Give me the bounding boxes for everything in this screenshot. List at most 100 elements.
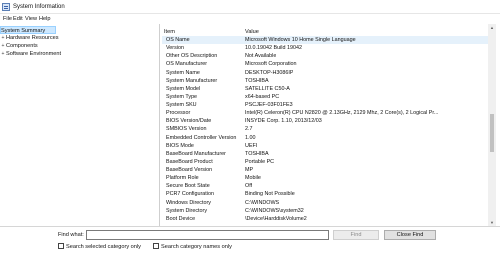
table-row[interactable]: Secure Boot State Off [162,182,488,190]
row-value: Portable PC [245,158,275,165]
table-row[interactable]: System Model SATELLITE C50-A [162,85,488,93]
search-selected-label: Search selected category only [66,244,141,250]
search-names-label: Search category names only [161,244,232,250]
table-row[interactable]: BaseBoard Manufacturer TOSHIBA [162,150,488,158]
row-item: System SKU [166,102,197,108]
row-value: \Device\HarddiskVolume2 [245,215,307,222]
row-value: MP [245,167,254,173]
table-row[interactable]: BIOS Mode UEFI [162,142,488,150]
row-item: System Model [166,85,201,92]
row-item: SMBIOS Version [166,126,207,133]
row-value: TOSHIBA [245,150,269,157]
row-value: Microsoft Corporation [245,61,297,68]
row-item: Windows Directory [166,199,211,206]
search-names-checkbox[interactable] [153,243,159,249]
close-find-button[interactable]: Close Find [384,230,436,240]
table-row[interactable]: System SKU PSCJEF-03F01FE3 [162,101,488,109]
table-row[interactable]: System Manufacturer TOSHIBA [162,77,488,85]
row-value: C:\WINDOWS\system32 [245,207,304,214]
row-value: TOSHIBA [245,77,269,84]
row-item: Other OS Description [166,53,218,60]
row-item: System Manufacturer [166,77,218,84]
tree-item-components[interactable]: + Components [0,42,38,50]
row-value: INSYDE Corp. 1.10, 2013/12/03 [245,118,322,125]
row-item: BaseBoard Product [166,158,213,165]
table-row[interactable]: BaseBoard Product Portable PC [162,158,488,166]
table-row[interactable]: Other OS Description Not Available [162,52,488,60]
find-bar: Find what: Find Close Find Search select… [0,226,500,255]
table-row[interactable]: System Name DESKTOP-H3086IP [162,69,488,77]
menu-edit[interactable]: Edit [13,15,23,23]
grid-rows: OS Name Microsoft Windows 10 Home Single … [162,36,488,223]
row-item: BaseBoard Manufacturer [166,150,226,157]
menu-bar: File Edit View Help [0,14,500,24]
row-value: SATELLITE C50-A [245,85,290,92]
row-value: 10.0.19042 Build 19042 [245,45,302,52]
row-item: OS Name [166,37,190,43]
row-value: x64-based PC [245,93,280,100]
table-row[interactable]: BaseBoard Version MP [162,166,488,174]
row-item: Boot Device [166,215,196,222]
row-value: Microsoft Windows 10 Home Single Languag… [245,37,356,43]
vertical-scrollbar[interactable]: ▲ ▼ [488,24,496,226]
table-row[interactable]: BIOS Version/Date INSYDE Corp. 1.10, 2013… [162,117,488,125]
tree-item-label: Hardware Resources [6,35,59,41]
row-value: 1.00 [245,134,256,141]
search-names-option[interactable]: Search category names only [153,243,232,251]
tree-item-software-environment[interactable]: + Software Environment [0,50,62,58]
system-information-icon [2,3,10,11]
row-value: Mobile [245,175,261,182]
category-tree: System Summary + Hardware Resources + Comp… [0,24,160,226]
row-item: Secure Boot State [166,183,210,190]
table-row[interactable]: OS Name Microsoft Windows 10 Home Single … [162,36,488,45]
title-bar: System Information [0,0,500,14]
search-selected-checkbox[interactable] [58,243,64,249]
grid-header: Item Value [162,28,488,36]
column-header-value[interactable]: Value [245,28,259,36]
row-value: PSCJEF-03F01FE3 [245,102,293,108]
table-row[interactable]: PCR7 Configuration Binding Not Possible [162,190,488,198]
row-value: 2.7 [245,126,253,133]
table-row[interactable]: Windows Directory C:\WINDOWS [162,199,488,207]
row-value: Off [245,183,253,190]
row-item: PCR7 Configuration [166,191,214,198]
row-item: Platform Role [166,175,199,182]
row-value: Not Available [245,53,277,60]
row-item: System Type [166,93,198,100]
find-input[interactable] [86,230,329,240]
menu-file[interactable]: File [3,15,12,23]
table-row[interactable]: Boot Device \Device\HarddiskVolume2 [162,215,488,223]
scroll-up-icon[interactable]: ▲ [488,24,496,31]
column-header-item[interactable]: Item [164,28,175,36]
row-item: BIOS Version/Date [166,118,212,125]
row-value: UEFI [245,142,258,149]
table-row[interactable]: Version 10.0.19042 Build 19042 [162,44,488,52]
tree-item-label: Components [6,43,38,49]
row-item: System Name [166,69,200,76]
menu-view[interactable]: View [25,15,37,23]
row-item: Version [166,45,184,52]
scroll-down-icon[interactable]: ▼ [488,219,496,226]
menu-help[interactable]: Help [39,15,51,23]
row-item: BaseBoard Version [166,167,213,173]
row-value: C:\WINDOWS [245,199,280,206]
scroll-thumb[interactable] [490,114,494,152]
row-item: OS Manufacturer [166,61,208,68]
tree-item-system-summary[interactable]: System Summary [0,26,56,34]
table-row[interactable]: Processor Intel(R) Celeron(R) CPU N2820 @… [162,109,488,117]
table-row[interactable]: OS Manufacturer Microsoft Corporation [162,60,488,68]
tree-item-hardware-resources[interactable]: + Hardware Resources [0,34,59,42]
table-row[interactable]: Platform Role Mobile [162,174,488,182]
row-item: BIOS Mode [166,142,194,149]
table-row[interactable]: System Directory C:\WINDOWS\system32 [162,207,488,215]
find-what-label: Find what: [58,232,84,238]
table-row[interactable]: SMBIOS Version 2.7 [162,125,488,133]
table-row[interactable]: Embedded Controller Version 1.00 [162,134,488,142]
row-value: Binding Not Possible [245,191,295,198]
row-item: Embedded Controller Version [166,134,237,141]
tree-item-label: Software Environment [6,51,62,57]
table-row[interactable]: System Type x64-based PC [162,93,488,101]
find-button[interactable]: Find [333,230,379,240]
summary-grid: Item Value OS Name Microsoft Windows 10 H… [162,24,488,226]
search-selected-option[interactable]: Search selected category only [58,243,141,251]
